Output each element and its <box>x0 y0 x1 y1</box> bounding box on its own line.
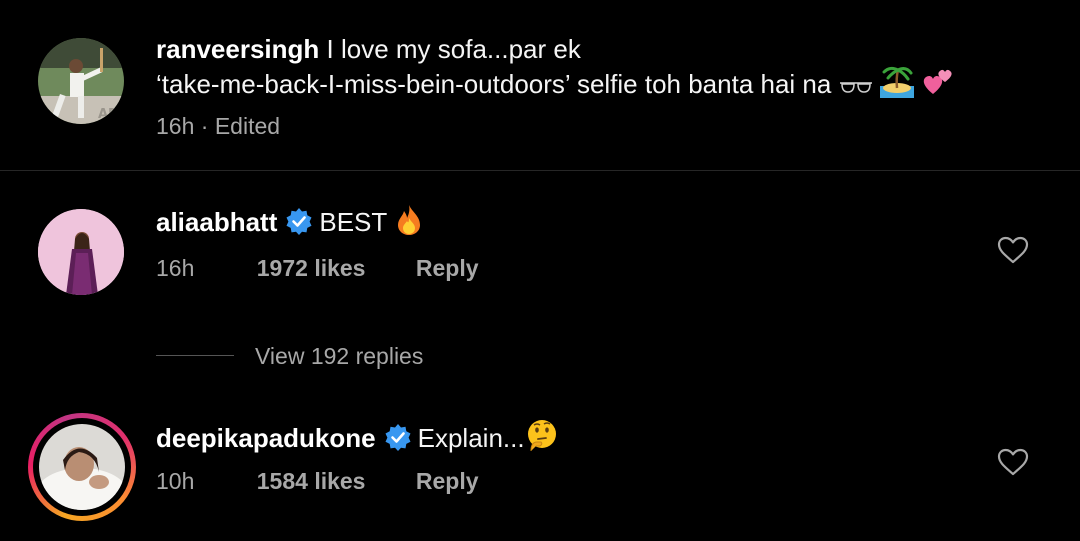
sunglasses-emoji <box>839 72 873 106</box>
view-replies-line <box>156 355 234 356</box>
meta-separator: · <box>200 113 209 139</box>
caption-text: I love my sofa...par ek <box>326 34 581 64</box>
verified-badge-icon <box>384 423 412 459</box>
likes-count[interactable]: 1972 likes <box>257 255 366 281</box>
comment-username[interactable]: deepikapadukone <box>156 423 376 453</box>
comment-text: Explain... <box>417 423 525 453</box>
caption-avatar[interactable]: ADF <box>38 38 124 124</box>
edited-label: Edited <box>214 113 281 139</box>
view-replies-button[interactable]: View 192 replies <box>255 343 423 370</box>
verified-badge-icon <box>285 207 313 243</box>
comment-text: BEST <box>319 207 387 237</box>
likes-count[interactable]: 1584 likes <box>257 468 366 494</box>
comment-row: deepikapadukone Explain... 10h 1584 like… <box>0 400 1080 541</box>
comment-text-line: deepikapadukone Explain... <box>156 418 559 460</box>
story-ring[interactable] <box>28 413 136 521</box>
caption-row: ADF ranveersingh I love my sofa...par ek… <box>0 0 1080 170</box>
reply-button[interactable]: Reply <box>416 255 479 281</box>
reply-button[interactable]: Reply <box>416 468 479 494</box>
like-heart-icon[interactable] <box>997 448 1029 481</box>
comment-time: 10h <box>156 468 195 494</box>
comment-avatar[interactable] <box>38 209 124 295</box>
caption-text-line2: ‘take-me-back-I-miss-bein-outdoors’ self… <box>156 64 955 106</box>
two-hearts-emoji <box>921 64 955 106</box>
caption-meta: 16h · Edited <box>156 113 280 140</box>
comment-row: aliaabhatt BEST 16h 1972 likes Reply <box>0 171 1080 331</box>
comment-text-line: aliaabhatt BEST <box>156 204 424 244</box>
caption-username[interactable]: ranveersingh <box>156 34 319 64</box>
svg-text:ADF: ADF <box>98 107 124 122</box>
thinking-face-emoji <box>525 418 559 460</box>
island-emoji <box>879 64 914 106</box>
comment-avatar <box>39 424 125 510</box>
fire-emoji <box>394 204 424 244</box>
caption-time: 16h <box>156 113 195 139</box>
caption-text-line1: ranveersingh I love my sofa...par ek <box>156 32 581 66</box>
caption-text-cont: ‘take-me-back-I-miss-bein-outdoors’ self… <box>156 69 832 99</box>
comment-username[interactable]: aliaabhatt <box>156 207 277 237</box>
comment-meta: 16h 1972 likes Reply <box>156 255 479 282</box>
comment-meta: 10h 1584 likes Reply <box>156 468 479 495</box>
like-heart-icon[interactable] <box>997 236 1029 269</box>
comment-time: 16h <box>156 255 195 281</box>
